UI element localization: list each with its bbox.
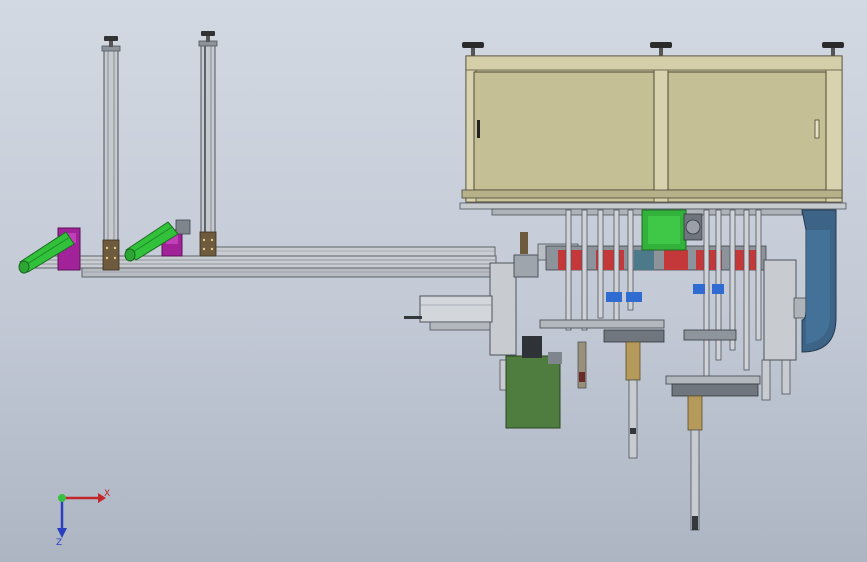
blue-chute — [801, 209, 837, 353]
triad-x-label: X — [104, 489, 110, 499]
spindle-left — [625, 341, 641, 459]
left-column-2 — [198, 31, 218, 257]
green-gearbox — [641, 209, 703, 251]
cad-viewport[interactable]: X Z — [0, 0, 867, 562]
left-column-1 — [101, 36, 121, 271]
green-conveyor-2 — [124, 219, 191, 262]
electrical-cabinet — [459, 42, 847, 210]
spindle-right — [687, 395, 703, 531]
coordinate-triad: X Z — [56, 489, 110, 548]
triad-z-label: Z — [56, 538, 62, 548]
horizontal-cylinder — [404, 295, 493, 331]
left-frame-assembly — [18, 31, 497, 278]
leveling-feet — [462, 42, 844, 56]
